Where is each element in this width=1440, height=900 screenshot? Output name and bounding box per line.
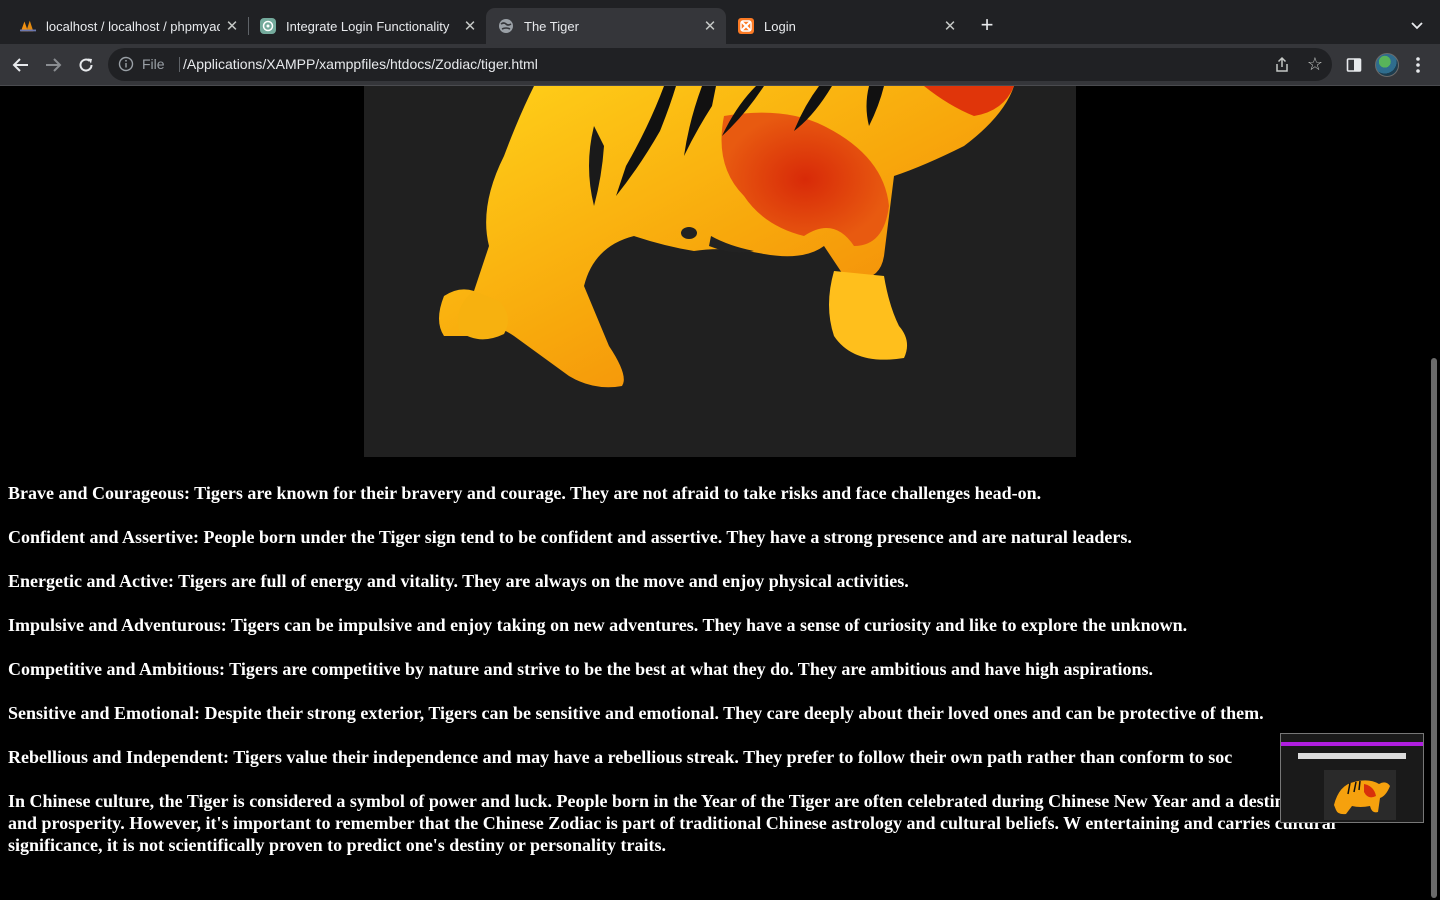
trait-rebellious: Rebellious and Independent: Tigers value…	[8, 747, 1233, 767]
side-panel-button[interactable]	[1342, 53, 1366, 77]
tab-integrate-login[interactable]: Integrate Login Functionality ✕	[248, 8, 486, 44]
tab-strip: localhost / localhost / phpmyadmin ✕ Int…	[0, 0, 1440, 44]
browser-toolbar: File /Applications/XAMPP/xamppfiles/htdo…	[0, 44, 1440, 86]
thumbnail-nav-row	[1298, 753, 1406, 759]
close-icon[interactable]: ✕	[938, 17, 962, 35]
page-scrollbar[interactable]	[1431, 358, 1437, 898]
forward-button[interactable]	[41, 53, 65, 77]
globe-icon	[498, 18, 514, 34]
trait-competitive: Competitive and Ambitious: Tigers are co…	[8, 659, 1154, 679]
trait-sensitive: Sensitive and Emotional: Despite their s…	[8, 703, 1264, 723]
phpmyadmin-icon	[20, 18, 36, 34]
more-vert-icon	[1416, 57, 1420, 73]
tab-search-chevron-icon[interactable]	[1406, 16, 1428, 36]
profile-avatar[interactable]	[1375, 53, 1399, 77]
trait-confident: Confident and Assertive: People born und…	[8, 527, 1132, 547]
reload-icon	[79, 58, 93, 72]
trait-impulsive: Impulsive and Adventurous: Tigers can be…	[8, 615, 1188, 635]
address-divider	[179, 57, 180, 72]
url-text[interactable]: /Applications/XAMPP/xamppfiles/htdocs/Zo…	[183, 56, 538, 72]
tab-title: localhost / localhost / phpmyadmin	[46, 18, 220, 34]
tab-phpmyadmin[interactable]: localhost / localhost / phpmyadmin ✕	[8, 8, 248, 44]
page-content: Brave and Courageous: Tigers are known f…	[0, 86, 1440, 900]
tab-title: Integrate Login Functionality	[286, 18, 450, 34]
back-arrow-icon	[12, 58, 28, 72]
xampp-icon	[738, 18, 754, 34]
close-icon[interactable]: ✕	[698, 17, 722, 35]
close-icon[interactable]: ✕	[220, 17, 244, 35]
trait-energetic: Energetic and Active: Tigers are full of…	[8, 571, 909, 591]
thumbnail-header-bar	[1281, 742, 1423, 746]
reload-button[interactable]	[74, 53, 98, 77]
back-button[interactable]	[9, 53, 33, 77]
closing-paragraph: In Chinese culture, the Tiger is conside…	[8, 791, 1390, 855]
tiger-image	[364, 86, 1076, 457]
close-icon[interactable]: ✕	[458, 17, 482, 35]
thumbnail-tiger-image	[1324, 770, 1396, 820]
info-icon[interactable]	[118, 56, 134, 72]
tiger-traits-list: Brave and Courageous: Tigers are known f…	[8, 482, 1428, 878]
screenshot-thumbnail[interactable]	[1280, 733, 1424, 823]
side-panel-icon	[1346, 58, 1362, 72]
tab-title: The Tiger	[524, 18, 579, 34]
bookmark-star-icon[interactable]: ☆	[1305, 54, 1325, 74]
url-scheme-label: File	[142, 56, 165, 72]
new-tab-button[interactable]: +	[975, 13, 999, 37]
forward-arrow-icon	[46, 58, 62, 72]
menu-button[interactable]	[1406, 53, 1430, 77]
tab-the-tiger[interactable]: The Tiger ✕	[486, 8, 726, 44]
tab-title: Login	[764, 18, 796, 34]
share-icon[interactable]	[1273, 56, 1291, 74]
address-bar[interactable]: File /Applications/XAMPP/xamppfiles/htdo…	[108, 48, 1332, 81]
chatgpt-icon	[260, 18, 276, 34]
tab-login[interactable]: Login ✕	[726, 8, 966, 44]
trait-brave: Brave and Courageous: Tigers are known f…	[8, 483, 1042, 503]
